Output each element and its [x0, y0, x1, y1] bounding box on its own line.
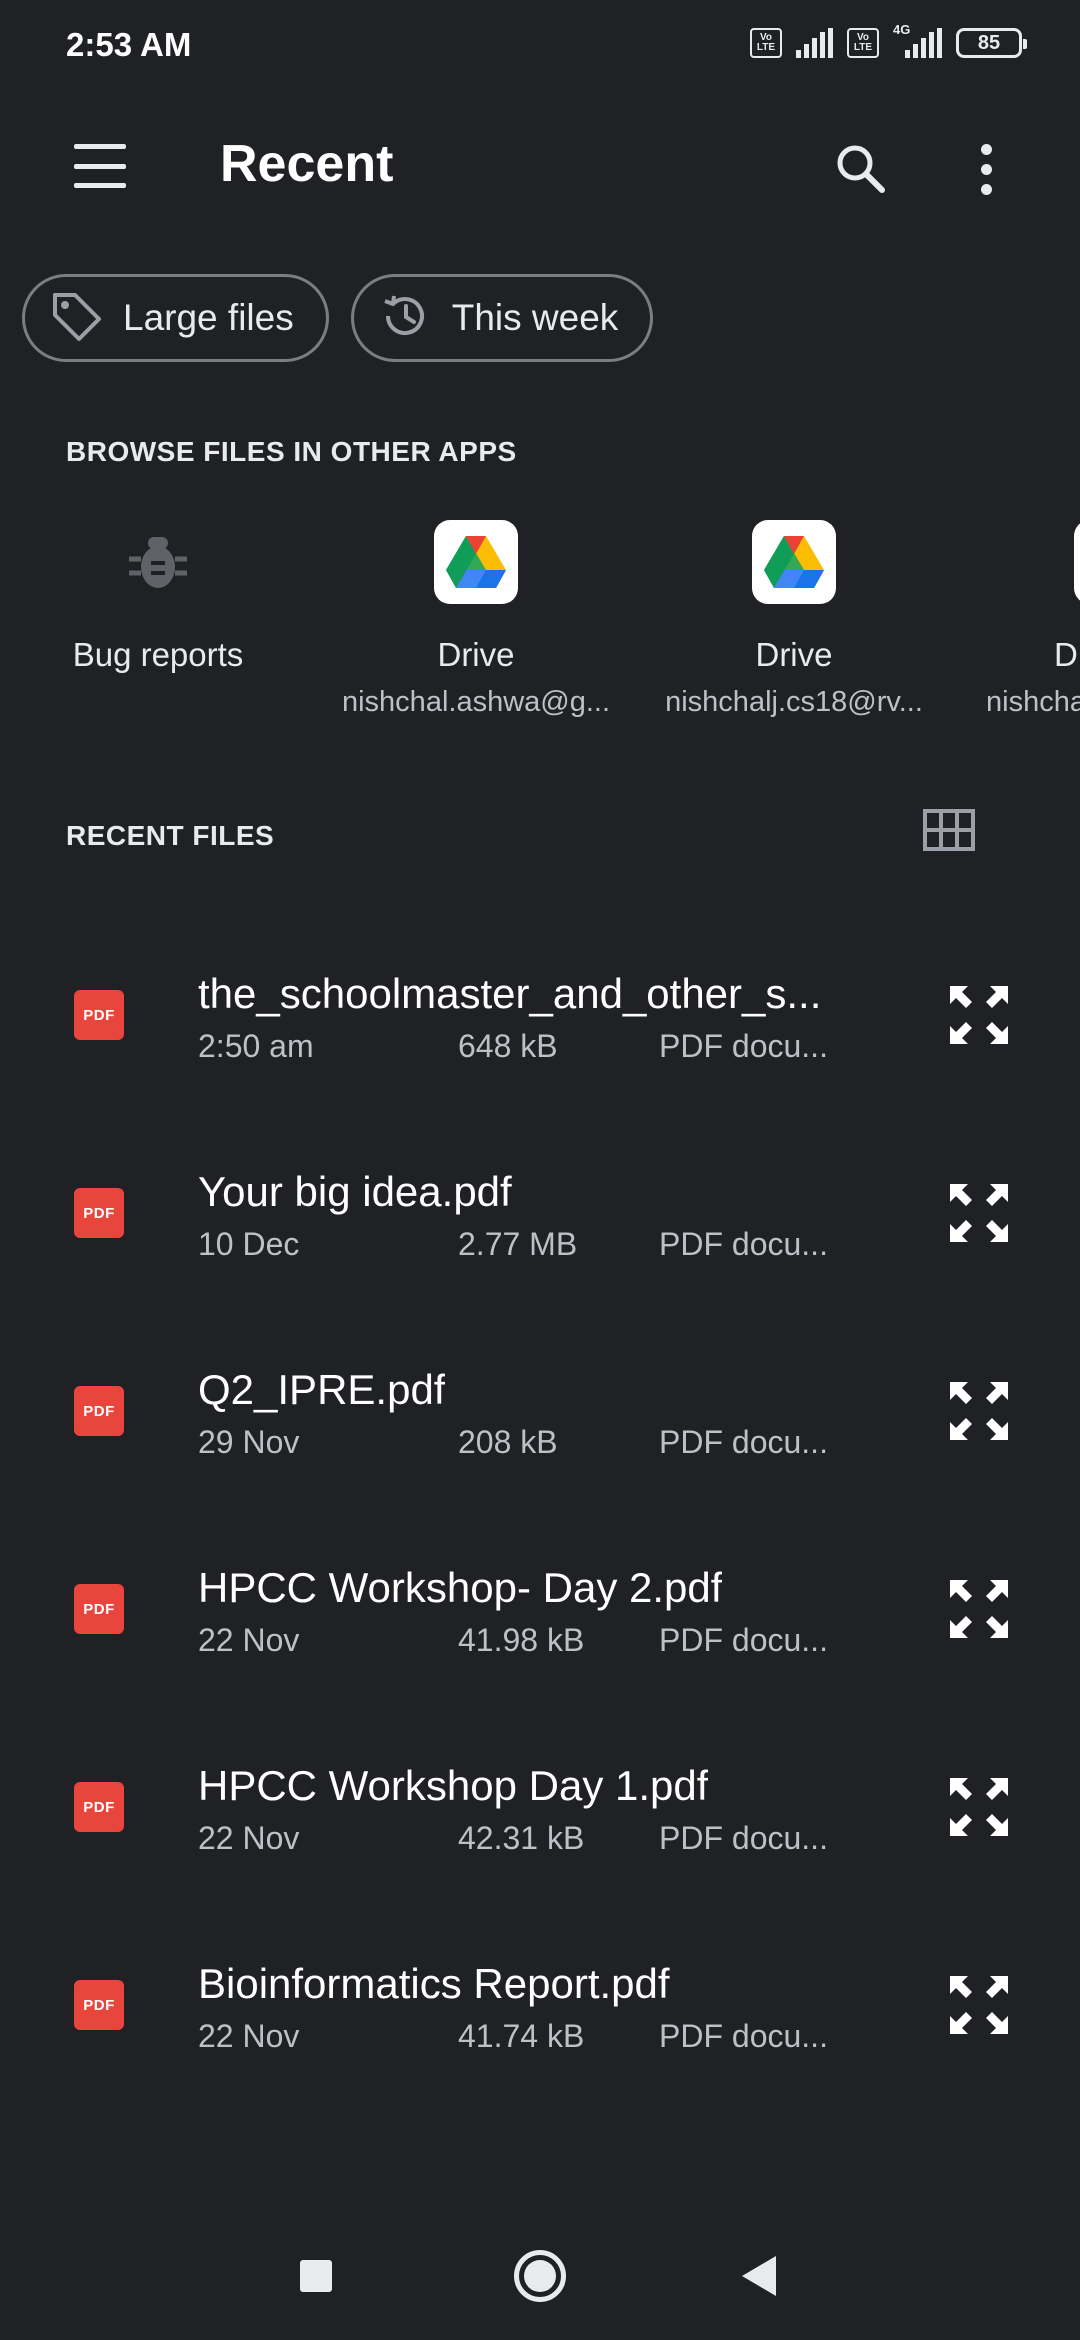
app-bar: Recent [0, 110, 1080, 220]
recent-files-list: PDF the_schoolmaster_and_other_s... 2:50… [0, 930, 1080, 2118]
pdf-file-icon: PDF [74, 1386, 124, 1436]
file-type: PDF docu... [659, 1226, 828, 1262]
file-row[interactable]: PDF HPCC Workshop Day 1.pdf 22 Nov 42.31… [0, 1722, 1080, 1920]
chip-label: Large files [123, 297, 294, 338]
app-drive-2[interactable]: Drive nishchalj.cs18@rv... [644, 520, 944, 719]
recent-files-title: RECENT FILES [66, 820, 275, 851]
expand-preview-icon[interactable] [944, 1178, 1014, 1248]
grid-view-icon[interactable] [922, 808, 976, 852]
hamburger-menu-icon[interactable] [60, 138, 140, 194]
app-name: Drive [437, 636, 515, 673]
browse-section-title: BROWSE FILES IN OTHER APPS [66, 436, 517, 467]
system-nav-bar [0, 2220, 1080, 2340]
file-name: the_schoolmaster_and_other_s... [198, 970, 822, 1017]
file-name: Bioinformatics Report.pdf [198, 1960, 670, 2007]
file-size: 42.31 kB [458, 1820, 585, 1856]
app-drive-3[interactable]: D nishcha [962, 520, 1080, 719]
file-size: 2.77 MB [458, 1226, 578, 1262]
app-account: nishchal.ashwa@g... [341, 686, 611, 718]
volte-icon: Vo LTE [750, 28, 782, 58]
file-name: Q2_IPRE.pdf [198, 1366, 446, 1413]
recent-apps-square-icon[interactable] [300, 2260, 332, 2292]
status-time: 2:53 AM [66, 26, 192, 63]
tag-icon [47, 287, 105, 350]
app-name: Bug reports [72, 636, 244, 673]
expand-preview-icon[interactable] [944, 1376, 1014, 1446]
file-size: 41.74 kB [458, 2018, 585, 2054]
file-name: Your big idea.pdf [198, 1168, 512, 1215]
file-date: 22 Nov [198, 1622, 300, 1658]
file-date: 10 Dec [198, 1226, 300, 1262]
file-date: 29 Nov [198, 1424, 300, 1460]
expand-preview-icon[interactable] [944, 1772, 1014, 1842]
network-type-label: 4G [893, 22, 911, 37]
pdf-file-icon: PDF [74, 1980, 124, 2030]
file-row[interactable]: PDF the_schoolmaster_and_other_s... 2:50… [0, 930, 1080, 1128]
search-icon[interactable] [826, 134, 896, 204]
file-type: PDF docu... [659, 1424, 828, 1460]
file-size: 208 kB [458, 1424, 558, 1460]
pdf-file-icon: PDF [74, 990, 124, 1040]
file-size: 648 kB [458, 1028, 558, 1064]
file-row[interactable]: PDF Bioinformatics Report.pdf 22 Nov 41.… [0, 1920, 1080, 2118]
google-drive-icon [1074, 520, 1080, 604]
app-account: nishcha [986, 686, 1080, 718]
file-date: 2:50 am [198, 1028, 314, 1064]
status-icons: Vo LTE Vo LTE 4G 85 [750, 22, 1027, 58]
file-size: 41.98 kB [458, 1622, 585, 1658]
more-vert-icon[interactable] [954, 134, 1018, 204]
chip-this-week[interactable]: This week [350, 274, 654, 362]
file-type: PDF docu... [659, 2018, 828, 2054]
network-4g-icon: 4G [893, 22, 942, 58]
expand-preview-icon[interactable] [944, 980, 1014, 1050]
app-name: D [1054, 636, 1078, 673]
volte-icon-2: Vo LTE [847, 28, 879, 58]
file-row[interactable]: PDF Q2_IPRE.pdf 29 Nov 208 kB PDF docu..… [0, 1326, 1080, 1524]
expand-preview-icon[interactable] [944, 1574, 1014, 1644]
filter-chips: Large files This week [22, 274, 654, 362]
file-row[interactable]: PDF Your big idea.pdf 10 Dec 2.77 MB PDF… [0, 1128, 1080, 1326]
battery-level: 85 [977, 31, 1001, 54]
chip-large-files[interactable]: Large files [22, 274, 329, 362]
file-type: PDF docu... [659, 1028, 828, 1064]
browse-apps-row: Bug reports Drive nishchal.ashwa@g... Dr… [0, 520, 1080, 750]
home-circle-icon[interactable] [514, 2250, 566, 2302]
pdf-file-icon: PDF [74, 1188, 124, 1238]
bug-icon [116, 520, 200, 604]
google-drive-icon [752, 520, 836, 604]
expand-preview-icon[interactable] [944, 1970, 1014, 2040]
file-type: PDF docu... [659, 1820, 828, 1856]
file-name: HPCC Workshop Day 1.pdf [198, 1762, 709, 1809]
app-bug-reports[interactable]: Bug reports [8, 520, 308, 674]
pdf-file-icon: PDF [74, 1584, 124, 1634]
signal-strength-icon [796, 28, 833, 58]
app-drive-1[interactable]: Drive nishchal.ashwa@g... [326, 520, 626, 719]
signal-strength-icon-2 [905, 28, 942, 58]
back-triangle-icon[interactable] [742, 2256, 776, 2296]
app-account: nishchalj.cs18@rv... [665, 686, 923, 718]
battery-icon: 85 [956, 28, 1027, 58]
file-type: PDF docu... [659, 1622, 828, 1658]
status-bar: 2:53 AM Vo LTE Vo LTE 4G 85 [0, 0, 1080, 96]
file-row[interactable]: PDF HPCC Workshop- Day 2.pdf 22 Nov 41.9… [0, 1524, 1080, 1722]
app-name: Drive [755, 636, 833, 673]
page-title: Recent [220, 135, 394, 193]
file-date: 22 Nov [198, 1820, 300, 1856]
pdf-file-icon: PDF [74, 1782, 124, 1832]
file-date: 22 Nov [198, 2018, 300, 2054]
google-drive-icon [434, 520, 518, 604]
chip-label: This week [451, 297, 619, 338]
file-name: HPCC Workshop- Day 2.pdf [198, 1564, 723, 1611]
history-icon [376, 287, 434, 350]
